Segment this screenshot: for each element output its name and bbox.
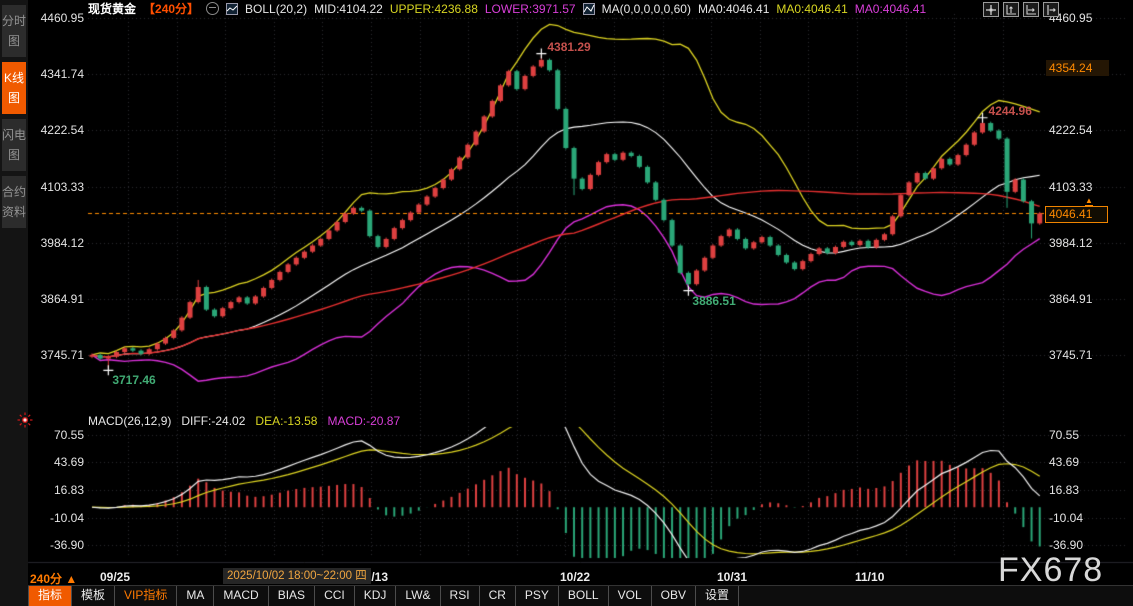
- collapse-indicator-icon[interactable]: [206, 2, 219, 15]
- x-axis-date-0: 09/25: [100, 570, 130, 584]
- candlestick-macd-canvas[interactable]: [0, 0, 1133, 606]
- toolbar-tab-LW&[interactable]: LW&: [396, 586, 440, 606]
- sidebar-tab-2[interactable]: 闪电图: [2, 119, 26, 171]
- price-tick-right-3: 4103.33: [1049, 180, 1092, 194]
- current-price-badge: 4046.41: [1045, 206, 1108, 223]
- toolbar-tab-设置[interactable]: 设置: [696, 586, 739, 606]
- toolbar-tab-MACD[interactable]: MACD: [214, 586, 268, 606]
- toolbar-tab-PSY[interactable]: PSY: [516, 586, 559, 606]
- kline-chart-window: 分时图 K线图闪电图合约资料 现货黄金 【240分】 BOLL(20,2) MID…: [0, 0, 1133, 606]
- toolbar-tab-KDJ[interactable]: KDJ: [355, 586, 397, 606]
- toolbar-tab-RSI[interactable]: RSI: [441, 586, 480, 606]
- price-tick-left-3: 4103.33: [34, 180, 84, 194]
- price-tick-right-4: 3984.12: [1049, 236, 1092, 250]
- price-tick-left-0: 4460.95: [34, 11, 84, 25]
- pan-right-icon[interactable]: [1043, 2, 1059, 17]
- indicator-toolbar: 指标模板VIP指标MAMACDBIASCCIKDJLW&RSICRPSYBOLL…: [28, 585, 1133, 606]
- session-high-badge: 4354.24: [1046, 60, 1109, 76]
- toolbar-tab-CCI[interactable]: CCI: [315, 586, 355, 606]
- macd-tick-left-1: 43.69: [34, 455, 84, 469]
- price-tick-right-5: 3864.91: [1049, 292, 1092, 306]
- live-indicator-icon[interactable]: [17, 412, 33, 428]
- toolbar-tab-VOL[interactable]: VOL: [609, 586, 652, 606]
- macd-macd-value: MACD:-20.87: [327, 414, 400, 428]
- x-axis-date-2: 10/22: [560, 570, 590, 584]
- swing-high-label: 4381.29: [547, 40, 590, 54]
- zoom-horizontal-icon[interactable]: [1023, 2, 1039, 17]
- toolbar-tab-模板[interactable]: 模板: [72, 586, 115, 606]
- swing-low-label: 3886.51: [692, 294, 735, 308]
- toolbar-tab-CR[interactable]: CR: [480, 586, 516, 606]
- price-tick-left-6: 3745.71: [34, 348, 84, 362]
- macd-tick-right-0: 70.55: [1049, 428, 1079, 442]
- toolbar-tab-指标[interactable]: 指标: [28, 586, 72, 606]
- price-tick-right-2: 4222.54: [1049, 123, 1092, 137]
- toolbar-tab-VIP指标[interactable]: VIP指标: [115, 586, 177, 606]
- sidebar-tab-1[interactable]: K线图: [2, 62, 26, 114]
- zoom-vertical-icon[interactable]: [1003, 2, 1019, 17]
- price-tick-left-2: 4222.54: [34, 123, 84, 137]
- boll-mid-value: MID:4104.22: [314, 2, 383, 16]
- boll-upper-value: UPPER:4236.88: [390, 2, 478, 16]
- price-direction-arrow-icon: ▲: [1085, 196, 1093, 206]
- macd-tick-right-4: -36.90: [1049, 538, 1083, 552]
- macd-tick-left-3: -10.04: [34, 511, 84, 525]
- x-axis-date-3: 10/31: [717, 570, 747, 584]
- macd-name[interactable]: MACD(26,12,9): [88, 414, 171, 428]
- crosshair-icon[interactable]: [983, 2, 999, 17]
- ma-value-white: MA0:4046.41: [698, 2, 769, 16]
- toolbar-tab-BIAS[interactable]: BIAS: [269, 586, 315, 606]
- ma-value-magenta: MA0:4046.41: [855, 2, 926, 16]
- macd-diff-value: DIFF:-24.02: [181, 414, 245, 428]
- sidebar-tab-3[interactable]: 合约资料: [2, 176, 26, 228]
- toolbar-tab-MA[interactable]: MA: [177, 586, 214, 606]
- macd-dea-value: DEA:-13.58: [255, 414, 317, 428]
- boll-name[interactable]: BOLL(20,2): [245, 2, 307, 16]
- macd-legend: MACD(26,12,9) DIFF:-24.02 DEA:-13.58 MAC…: [88, 414, 400, 428]
- boll-legend-icon: [226, 3, 238, 15]
- left-sidebar: 分时图 K线图闪电图合约资料: [0, 0, 28, 606]
- price-tick-left-5: 3864.91: [34, 292, 84, 306]
- macd-tick-right-3: -10.04: [1049, 511, 1083, 525]
- bar-datetime-tooltip: 2025/10/02 18:00~22:00 四: [223, 568, 371, 584]
- toolbar-tab-OBV[interactable]: OBV: [652, 586, 696, 606]
- symbol-name: 现货黄金: [88, 0, 136, 17]
- macd-tick-left-4: -36.90: [34, 538, 84, 552]
- ma-value-yellow: MA0:4046.41: [776, 2, 847, 16]
- sidebar-tab-0[interactable]: 分时图: [2, 5, 26, 57]
- chart-header-legend: 现货黄金 【240分】 BOLL(20,2) MID:4104.22 UPPER…: [88, 1, 926, 16]
- macd-tick-right-2: 16.83: [1049, 483, 1079, 497]
- price-tick-left-1: 4341.74: [34, 67, 84, 81]
- swing-low-label: 3717.46: [112, 373, 155, 387]
- macd-tick-left-0: 70.55: [34, 428, 84, 442]
- swing-high-label: 4244.96: [989, 104, 1032, 118]
- toolbar-tab-BOLL[interactable]: BOLL: [559, 586, 609, 606]
- price-tick-right-6: 3745.71: [1049, 348, 1092, 362]
- macd-tick-right-1: 43.69: [1049, 455, 1079, 469]
- macd-tick-left-2: 16.83: [34, 483, 84, 497]
- period-label[interactable]: 【240分】: [143, 0, 199, 17]
- boll-lower-value: LOWER:3971.57: [485, 2, 576, 16]
- chart-toolbar-icons: [983, 2, 1059, 17]
- ma-legend-icon: [583, 3, 595, 15]
- price-tick-left-4: 3984.12: [34, 236, 84, 250]
- ma-name[interactable]: MA(0,0,0,0,0,60): [602, 2, 691, 16]
- x-axis-date-4: 11/10: [855, 570, 884, 584]
